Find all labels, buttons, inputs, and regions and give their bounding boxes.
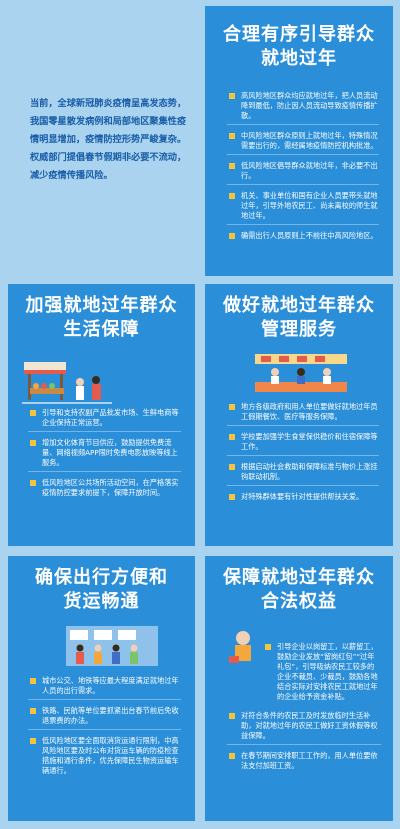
- card-management-service: 做好就地过年群众 管理服务 地方各级政府和用人单位要做好就地过年员工假期餐饮、医…: [205, 284, 393, 546]
- card-title: 确保出行方便和 货运畅通: [8, 566, 195, 614]
- card-title-line1: 确保出行方便和: [35, 567, 168, 588]
- bullet-list: 高风险地区群众均应就地过年，把人员流动降到最低，防止因人员流动导致疫情传播扩散。…: [227, 91, 379, 244]
- list-item: 根据启动社会救助和保障标准与物价上涨挂钩联动机制。: [227, 462, 379, 486]
- card-title-line1: 做好就地过年群众: [223, 295, 375, 316]
- bullet-list: 对符合条件的农民工及时发放临时生活补助，对就地过年的农民工做好工资休假等权益保障…: [227, 711, 381, 774]
- list-item: 低风险地区公共场所活动空间，在严格落实疫情防控要求前提下，保障开放时间。: [28, 478, 181, 501]
- bullet-list: 地方各级政府和用人单位要做好就地过年员工假期餐饮、医疗等服务保障。 学校要加强学…: [227, 402, 379, 505]
- card-title-line2: 货运畅通: [63, 591, 140, 612]
- intro-text: 当前，全球新冠肺炎疫情呈高发态势，我国零星散发病例和局部地区聚集性疫情明显增加，…: [30, 98, 187, 181]
- card-transport: 确保出行方便和 货运畅通 城市公交、地铁等应最大程度满足就地过年人员的出行需求。…: [8, 556, 195, 821]
- card-title: 合理有序引导群众 就地过年: [205, 23, 393, 71]
- list-item: 城市公交、地铁等应最大程度满足就地过年人员的出行需求。: [28, 676, 181, 700]
- card-title-line1: 保障就地过年群众: [223, 567, 375, 588]
- passengers-illustration: [66, 626, 158, 666]
- list-item: 机关、事业单位和国有企业人员要带头就地过年，引导外地农民工、尚未离校的师生就地过…: [227, 191, 379, 225]
- list-item: 对符合条件的农民工及时发放临时生活补助，对就地过年的农民工做好工资休假等权益保障…: [227, 711, 381, 745]
- list-item: 低风险地区要全面取消货运通行限制，中高风险地区要及时公布对货运车辆的防疫检查措施…: [28, 736, 181, 779]
- list-item: 确需出行人员原则上不前往中高风险地区。: [227, 231, 379, 244]
- card-title-line2: 就地过年: [261, 48, 337, 69]
- card-guide-stay: 合理有序引导群众 就地过年 高风险地区群众均应就地过年，把人员流动降到最低，防止…: [205, 6, 393, 276]
- canteen-illustration: [255, 354, 347, 392]
- card-title-line2: 合法权益: [261, 591, 337, 612]
- list-item: 中风险地区群众原则上就地过年，特殊情况需要出行的，需经属地疫情防控机构批准。: [227, 131, 379, 155]
- list-item: 铁路、民航等单位要抓紧出台春节前后免收退票费的办法。: [28, 706, 181, 730]
- card-title-line2: 生活保障: [63, 319, 140, 340]
- card-title: 做好就地过年群众 管理服务: [205, 294, 393, 342]
- bullet-list: 城市公交、地铁等应最大程度满足就地过年人员的出行需求。 铁路、民航等单位要抓紧出…: [28, 676, 181, 779]
- card-title-line1: 合理有序引导群众: [223, 24, 375, 45]
- card-title: 保障就地过年群众 合法权益: [205, 566, 393, 614]
- list-item: 地方各级政府和用人单位要做好就地过年员工假期餐饮、医疗等服务保障。: [227, 402, 379, 426]
- card-title-line2: 管理服务: [261, 319, 337, 340]
- list-item: 在春节期间安排职工工作的，用人单位要依法支付加班工资。: [227, 751, 381, 774]
- list-item: 增加文化体育节目供应，鼓励提供免费流量、网络视频APP限时免费电影放映等线上服务…: [28, 438, 181, 472]
- bullet-list: 引导和支持农副产品批发市场、生鲜电商等企业保持正常运营。 增加文化体育节目供应，…: [28, 408, 181, 501]
- list-item: 高风险地区群众均应就地过年，把人员流动降到最低，防止因人员流动导致疫情传播扩散。: [227, 91, 379, 125]
- card-title-line1: 加强就地过年群众: [25, 295, 178, 316]
- market-stall-illustration: [22, 362, 112, 404]
- worker-wages-illustration: [229, 631, 251, 663]
- card-title: 加强就地过年群众 生活保障: [8, 294, 195, 342]
- list-item: 学校要加强学生食堂保供稳价和住宿保障等工作。: [227, 432, 379, 456]
- card-legal-rights: 保障就地过年群众 合法权益 引导企业以岗留工，以薪留工，鼓励企业发放“留岗红包”…: [205, 556, 393, 821]
- list-item: 引导企业以岗留工，以薪留工，鼓励企业发放“留岗红包”“过年礼包”，引导吸纳农民工…: [263, 642, 381, 705]
- list-item: 低风险地区倡导群众就地过年，非必要不出行。: [227, 161, 379, 185]
- list-item: 对特殊群体要有针对性提供帮扶关爱。: [227, 492, 379, 505]
- list-item: 引导和支持农副产品批发市场、生鲜电商等企业保持正常运营。: [28, 408, 181, 432]
- card-life-support: 加强就地过年群众 生活保障 引导和支持农副产品批发市场、生鲜电商等企业保持正常运…: [8, 284, 195, 546]
- bullet-list: 引导企业以岗留工，以薪留工，鼓励企业发放“留岗红包”“过年礼包”，引导吸纳农民工…: [263, 642, 381, 705]
